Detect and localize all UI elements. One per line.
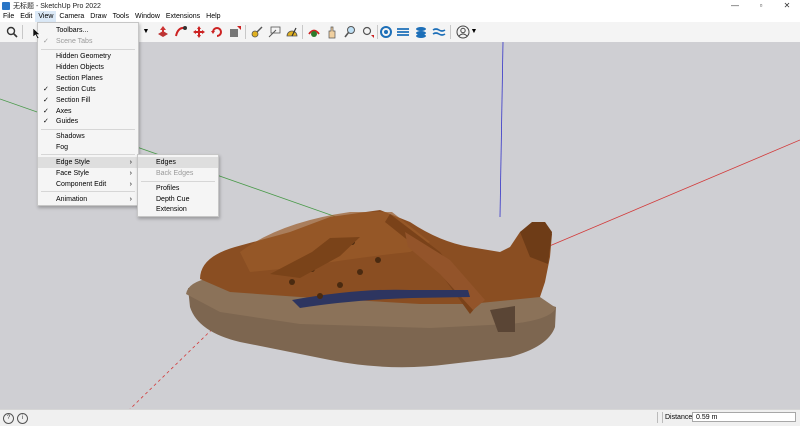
rotate-icon[interactable] [209, 24, 224, 39]
submenu-arrow-icon: › [129, 181, 132, 188]
menu-item-component-edit[interactable]: Component Edit › [38, 179, 138, 190]
follow-me-icon[interactable] [173, 24, 188, 39]
shoe-model [186, 210, 556, 368]
zoom-extents-icon[interactable] [360, 24, 375, 39]
info-icon[interactable]: i [17, 413, 28, 424]
tape-measure-icon[interactable] [249, 24, 264, 39]
menu-item-edge-style[interactable]: Edge Style › [38, 157, 138, 168]
menu-item-fog[interactable]: Fog [38, 142, 138, 153]
menu-item-extension[interactable]: Extension [138, 204, 218, 215]
submenu-arrow-icon: › [129, 170, 132, 177]
submenu-arrow-icon: › [129, 159, 132, 166]
menu-item-scene-tabs: ✓ Scene Tabs [43, 38, 93, 45]
push-pull-icon[interactable] [155, 24, 170, 39]
menu-item-guides[interactable]: ✓ Guides [38, 116, 138, 127]
menu-extensions[interactable]: Extensions [163, 11, 203, 22]
menu-bar: File Edit View Camera Draw Tools Window … [0, 11, 800, 22]
menu-file[interactable]: File [0, 11, 17, 22]
menu-item-section-fill[interactable]: ✓ Section Fill [38, 95, 138, 106]
submenu-arrow-icon: › [129, 196, 132, 203]
styles-icon[interactable] [413, 24, 428, 39]
menu-item-profiles[interactable]: Profiles [138, 183, 218, 194]
scale-icon[interactable] [227, 24, 242, 39]
dropdown-arrow-icon[interactable]: ▼ [142, 24, 150, 39]
status-separator [657, 412, 663, 423]
menu-item-face-style[interactable]: Face Style › [38, 168, 138, 179]
menu-edit[interactable]: Edit [17, 11, 35, 22]
menu-item-hidden-geometry[interactable]: Hidden Geometry [38, 51, 138, 62]
maximize-button[interactable]: ▫ [748, 0, 774, 11]
distance-input[interactable]: 0.59 m [692, 412, 796, 422]
red-axis [539, 139, 800, 251]
dimension-icon[interactable] [267, 24, 282, 39]
sketchup-app-icon [2, 1, 10, 10]
menu-item-hidden-objects[interactable]: Hidden Objects [38, 62, 138, 73]
menu-item-section-cuts[interactable]: ✓ Section Cuts [38, 84, 138, 95]
menu-draw[interactable]: Draw [87, 11, 109, 22]
edge-style-submenu: Edges Back Edges Profiles Depth Cue Exte… [137, 154, 219, 217]
account-dropdown-icon[interactable]: ▼ [470, 24, 478, 39]
menu-item-section-planes[interactable]: Section Planes [38, 73, 138, 84]
menu-view[interactable]: View [35, 11, 57, 22]
layers-icon[interactable] [395, 24, 410, 39]
menu-item-toolbars[interactable]: Toolbars... [38, 25, 138, 36]
shadows-icon[interactable] [431, 24, 446, 39]
orbit-icon[interactable] [306, 24, 321, 39]
zoom-view-icon[interactable] [342, 24, 357, 39]
menu-camera[interactable]: Camera [56, 11, 87, 22]
window-title: 无标题 - SketchUp Pro 2022 [13, 2, 101, 10]
menu-item-back-edges: Back Edges [156, 170, 194, 177]
view-menu-dropdown: Toolbars... ✓ Scene Tabs Hidden Geometry… [37, 22, 139, 206]
menu-item-edges[interactable]: Edges [138, 157, 218, 168]
protractor-icon[interactable] [284, 24, 299, 39]
check-icon: ✓ [43, 118, 49, 125]
check-icon: ✓ [43, 86, 49, 93]
blue-axis [499, 42, 504, 218]
move-icon[interactable] [191, 24, 206, 39]
status-bar: ? i Distance 0.59 m [0, 409, 800, 426]
close-button[interactable]: ✕ [774, 0, 800, 11]
check-icon: ✓ [43, 97, 49, 104]
menu-window[interactable]: Window [132, 11, 163, 22]
menu-item-shadows[interactable]: Shadows [38, 131, 138, 142]
sandbox-icon[interactable] [378, 24, 393, 39]
menu-item-animation[interactable]: Animation › [38, 194, 138, 205]
account-icon[interactable] [455, 24, 470, 39]
menu-tools[interactable]: Tools [110, 11, 132, 22]
menu-help[interactable]: Help [203, 11, 223, 22]
title-bar: 无标题 - SketchUp Pro 2022 — ▫ ✕ [0, 0, 800, 11]
help-icon[interactable]: ? [3, 413, 14, 424]
pan-icon[interactable] [324, 24, 339, 39]
minimize-button[interactable]: — [722, 0, 748, 11]
mouse-cursor-icon [33, 28, 41, 39]
distance-label: Distance [665, 414, 693, 421]
check-icon: ✓ [43, 38, 49, 45]
zoom-icon[interactable] [4, 24, 19, 39]
